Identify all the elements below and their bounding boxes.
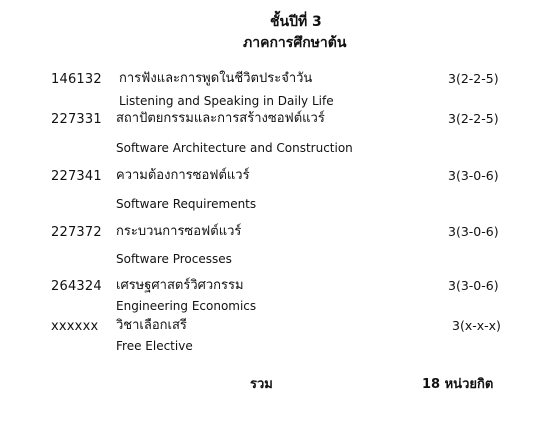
course-code: 227372: [51, 225, 102, 240]
course-english-name: Engineering Economics: [116, 299, 257, 313]
course-english-name: Software Requirements: [116, 197, 257, 211]
course-thai-name: การฟังและการพูดในชีวิตประจำวัน: [119, 71, 313, 86]
course-credits: 3(x-x-x): [452, 318, 501, 333]
year-heading: ชั้นปีที่ 3: [270, 14, 322, 30]
course-credits: 3(3-0-6): [448, 224, 499, 239]
course-code: 264324: [51, 279, 102, 294]
course-thai-name: กระบวนการซอฟต์แวร์: [116, 224, 242, 239]
total-label: รวม: [250, 377, 273, 392]
course-credits: 3(2-2-5): [448, 71, 499, 86]
course-thai-name: เศรษฐศาสตร์วิศวกรรม: [116, 278, 244, 293]
course-english-name: Software Architecture and Construction: [116, 141, 353, 155]
course-english-name: Listening and Speaking in Daily Life: [119, 94, 334, 108]
course-thai-name: สถาปัตยกรรมและการสร้างซอฟต์แวร์: [116, 111, 325, 126]
course-code: xxxxxx: [51, 319, 99, 334]
course-english-name: Free Elective: [116, 339, 193, 353]
course-thai-name: ความต้องการซอฟต์แวร์: [116, 168, 250, 183]
course-credits: 3(3-0-6): [448, 168, 499, 183]
course-credits: 3(3-0-6): [448, 278, 499, 293]
course-english-name: Software Processes: [116, 252, 232, 266]
course-code: 227331: [51, 112, 102, 127]
semester-heading: ภาคการศึกษาต้น: [243, 35, 347, 51]
course-code: 227341: [51, 169, 102, 184]
total-credits: 18 หน่วยกิต: [422, 377, 494, 392]
course-thai-name: วิชาเลือกเสรี: [116, 318, 187, 333]
course-code: 146132: [51, 72, 102, 87]
course-credits: 3(2-2-5): [448, 111, 499, 126]
